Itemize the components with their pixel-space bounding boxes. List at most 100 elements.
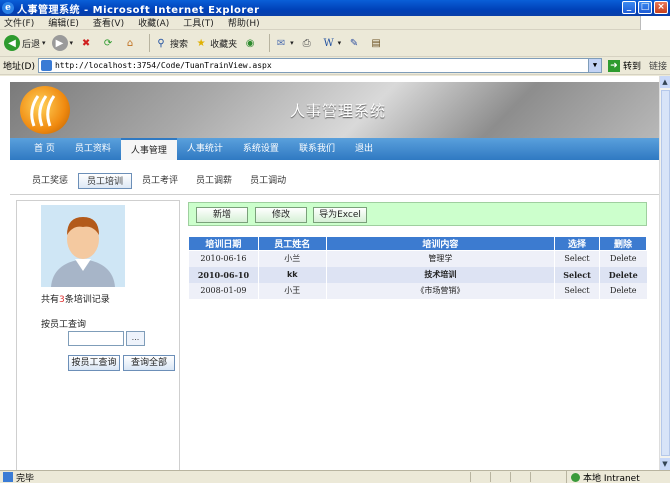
scroll-up-icon[interactable]: ▲ <box>660 76 670 88</box>
count-suffix: 条培训记录 <box>64 295 110 305</box>
edit-button[interactable]: 修改 <box>255 207 307 223</box>
media-button[interactable]: ◉ <box>243 36 259 50</box>
select-link[interactable]: Select <box>554 282 600 299</box>
print-icon: ⎙ <box>302 37 311 49</box>
zone-label: 本地 Intranet <box>583 473 640 483</box>
stop-button[interactable]: ✖ <box>79 36 95 50</box>
intranet-icon <box>571 472 580 482</box>
search-button[interactable]: ⚲ 搜索 <box>154 36 188 50</box>
query-label: 按员工查询 <box>41 320 87 330</box>
research-button[interactable]: ▤ <box>369 36 385 50</box>
select-link[interactable]: Select <box>554 266 600 283</box>
nav-logout[interactable]: 退出 <box>345 138 383 160</box>
menu-favorites[interactable]: 收藏(A) <box>138 16 169 29</box>
links-button[interactable]: 链接 <box>649 59 667 72</box>
left-panel: 共有3条培训记录 按员工查询 ... 按员工查询 查询全部 <box>16 200 180 470</box>
back-label: 后退 <box>22 39 41 50</box>
maximize-button[interactable]: □ <box>638 1 652 14</box>
back-dropdown-icon[interactable]: ▾ <box>42 39 46 47</box>
record-count: 共有3条培训记录 <box>41 292 110 305</box>
nav-employee-info[interactable]: 员工资料 <box>65 138 121 160</box>
window-titlebar: e 人事管理系统 - Microsoft Internet Explorer _… <box>0 0 670 16</box>
address-label: 地址(D) <box>3 62 35 72</box>
menu-help[interactable]: 帮助(H) <box>228 16 260 29</box>
ie-icon: e <box>2 2 14 14</box>
cell-date: 2008-01-09 <box>188 282 259 299</box>
menu-edit[interactable]: 编辑(E) <box>48 16 79 29</box>
scroll-thumb[interactable] <box>661 90 670 456</box>
status-text: 完毕 <box>16 473 35 483</box>
status-divider <box>510 472 511 482</box>
toolbar-separator <box>149 34 151 52</box>
go-button[interactable]: ➜ 转到 <box>607 59 641 72</box>
media-icon: ◉ <box>245 37 255 49</box>
subnav-training[interactable]: 员工培训 <box>78 173 133 189</box>
menu-file[interactable]: 文件(F) <box>4 16 34 29</box>
home-icon: ⌂ <box>126 37 134 49</box>
forward-button[interactable]: ▶ ▾ <box>51 35 74 51</box>
nav-system-settings[interactable]: 系统设置 <box>233 138 289 160</box>
security-zone: 本地 Intranet <box>566 471 640 483</box>
table-header-row: 培训日期 员工姓名 培训内容 选择 删除 <box>188 236 647 251</box>
nav-contact[interactable]: 联系我们 <box>289 138 345 160</box>
refresh-button[interactable]: ⟳ <box>101 36 117 50</box>
close-button[interactable]: × <box>654 1 668 14</box>
mail-button[interactable]: ✉ ▾ <box>274 36 294 50</box>
site-banner: 人事管理系统 <box>10 82 659 138</box>
nav-hr-statistics[interactable]: 人事统计 <box>177 138 233 160</box>
forward-dropdown-icon[interactable]: ▾ <box>70 39 74 47</box>
menu-tools[interactable]: 工具(T) <box>183 16 214 29</box>
divider <box>10 194 659 195</box>
cell-date: 2010-06-10 <box>188 266 259 283</box>
export-excel-button[interactable]: 导为Excel <box>313 207 367 223</box>
toolbar-separator <box>269 34 271 52</box>
mail-dropdown-icon[interactable]: ▾ <box>290 39 294 47</box>
address-dropdown-icon[interactable]: ▼ <box>587 59 601 72</box>
windows-logo <box>640 16 670 30</box>
feather-icon: ✎ <box>349 37 359 49</box>
add-button[interactable]: 新增 <box>196 207 248 223</box>
home-button[interactable]: ⌂ <box>123 36 139 50</box>
scroll-down-icon[interactable]: ▼ <box>660 458 670 470</box>
cell-content: 管理学 <box>325 250 555 267</box>
subnav-evaluation[interactable]: 员工考评 <box>134 173 186 189</box>
browse-button[interactable]: ... <box>126 331 145 346</box>
address-input[interactable]: http://localhost:3754/Code/TuanTrainView… <box>37 58 602 73</box>
delete-link[interactable]: Delete <box>599 266 647 283</box>
delete-link[interactable]: Delete <box>599 282 647 299</box>
menu-view[interactable]: 查看(V) <box>93 16 124 29</box>
site-logo <box>20 86 70 134</box>
subnav-transfer[interactable]: 员工调动 <box>242 173 294 189</box>
print-button[interactable]: ⎙ <box>300 36 316 50</box>
subnav-rewards[interactable]: 员工奖惩 <box>24 173 76 189</box>
nav-hr-management[interactable]: 人事管理 <box>120 138 177 160</box>
cell-content: 《市场营销》 <box>325 282 555 299</box>
back-button[interactable]: ◀ 后退 ▾ <box>4 35 46 51</box>
nav-home[interactable]: 首 页 <box>24 138 65 160</box>
count-prefix: 共有 <box>41 295 60 305</box>
page-viewport: 人事管理系统 首 页 员工资料 人事管理 人事统计 系统设置 联系我们 退出 员… <box>0 76 659 470</box>
search-label: 搜索 <box>170 39 189 50</box>
header-date: 培训日期 <box>188 236 259 251</box>
table-row: 2008-01-09 小王 《市场营销》 Select Delete <box>188 282 647 299</box>
status-divider <box>470 472 471 482</box>
subnav-salary[interactable]: 员工调薪 <box>188 173 240 189</box>
table-row: 2010-06-10 kk 技术培训 Select Delete <box>188 266 647 283</box>
header-content: 培训内容 <box>325 236 556 251</box>
delete-link[interactable]: Delete <box>599 250 647 267</box>
select-link[interactable]: Select <box>554 250 600 267</box>
window-controls: _ □ × <box>622 1 668 14</box>
site-title: 人事管理系统 <box>290 102 387 120</box>
status-divider <box>530 472 531 482</box>
query-by-employee-button[interactable]: 按员工查询 <box>68 355 120 371</box>
word-dropdown-icon[interactable]: ▾ <box>338 39 342 47</box>
stop-icon: ✖ <box>81 37 91 49</box>
query-all-button[interactable]: 查询全部 <box>123 355 175 371</box>
employee-query-input[interactable] <box>68 331 124 346</box>
word-button[interactable]: W ▾ <box>322 36 342 50</box>
messenger-button[interactable]: ✎ <box>347 36 363 50</box>
avatar <box>41 205 125 287</box>
vertical-scrollbar[interactable]: ▲ ▼ <box>659 76 670 470</box>
favorites-button[interactable]: ★ 收藏夹 <box>194 36 238 50</box>
minimize-button[interactable]: _ <box>622 1 636 14</box>
